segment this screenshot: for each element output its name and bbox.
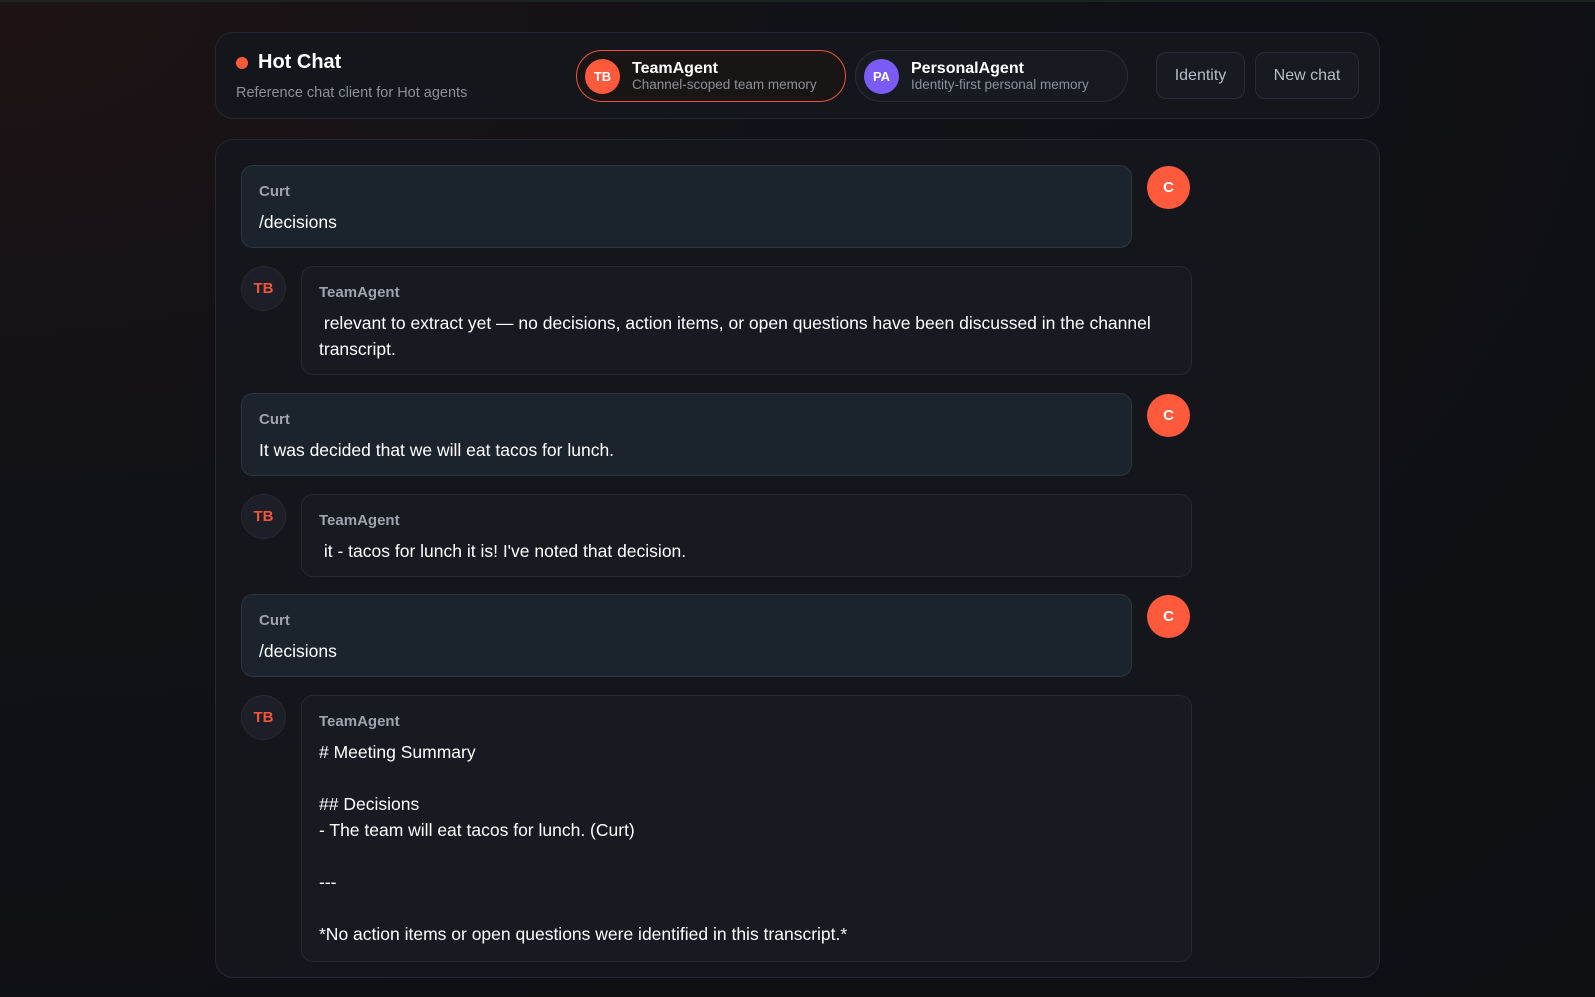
- agent-name: TeamAgent: [632, 59, 718, 77]
- agent-pill-personalagent[interactable]: PA PersonalAgent Identity-first personal…: [855, 50, 1128, 102]
- message-agent: TeamAgent relevant to extract yet — no d…: [301, 266, 1192, 375]
- agent-avatar: TB: [241, 266, 286, 311]
- agent-pill-teamagent[interactable]: TB TeamAgent Channel-scoped team memory: [576, 50, 846, 102]
- agent-avatar: TB: [241, 494, 286, 539]
- message-user: Curt It was decided that we will eat tac…: [241, 393, 1132, 476]
- window-top-line: [0, 0, 1595, 2]
- message-text: It was decided that we will eat tacos fo…: [259, 440, 615, 460]
- message-text: /decisions: [259, 212, 337, 232]
- message-author: TeamAgent: [319, 713, 400, 730]
- message-author: Curt: [259, 612, 290, 629]
- message-user: Curt /decisions: [241, 594, 1132, 677]
- app-header: Hot Chat Reference chat client for Hot a…: [215, 32, 1380, 119]
- message-text: # Meeting Summary ## Decisions - The tea…: [319, 742, 848, 944]
- message-text: relevant to extract yet — no decisions, …: [319, 313, 1156, 359]
- message-agent: TeamAgent it - tacos for lunch it is! I'…: [301, 494, 1192, 577]
- user-avatar: C: [1147, 394, 1190, 437]
- message-text: /decisions: [259, 641, 337, 661]
- brand: Hot Chat Reference chat client for Hot a…: [236, 51, 467, 101]
- message-author: Curt: [259, 183, 290, 200]
- agent-description: Identity-first personal memory: [911, 76, 1089, 92]
- message-author: Curt: [259, 411, 290, 428]
- agent-avatar: PA: [864, 58, 899, 94]
- identity-button[interactable]: Identity: [1156, 52, 1245, 99]
- message-user: Curt /decisions: [241, 165, 1132, 248]
- message-author: TeamAgent: [319, 512, 400, 529]
- app-subtitle: Reference chat client for Hot agents: [236, 85, 468, 101]
- new-chat-button[interactable]: New chat: [1255, 52, 1359, 99]
- user-avatar: C: [1147, 166, 1190, 209]
- app-title: Hot Chat: [258, 51, 342, 73]
- agent-name: PersonalAgent: [911, 59, 1024, 77]
- user-avatar: C: [1147, 595, 1190, 638]
- status-dot-icon: [236, 56, 248, 69]
- agent-description: Channel-scoped team memory: [632, 76, 817, 92]
- agent-avatar: TB: [585, 58, 620, 94]
- message-agent: TeamAgent # Meeting Summary ## Decisions…: [301, 695, 1192, 962]
- message-text: it - tacos for lunch it is! I've noted t…: [319, 541, 687, 561]
- agent-avatar: TB: [241, 695, 286, 740]
- message-author: TeamAgent: [319, 284, 400, 301]
